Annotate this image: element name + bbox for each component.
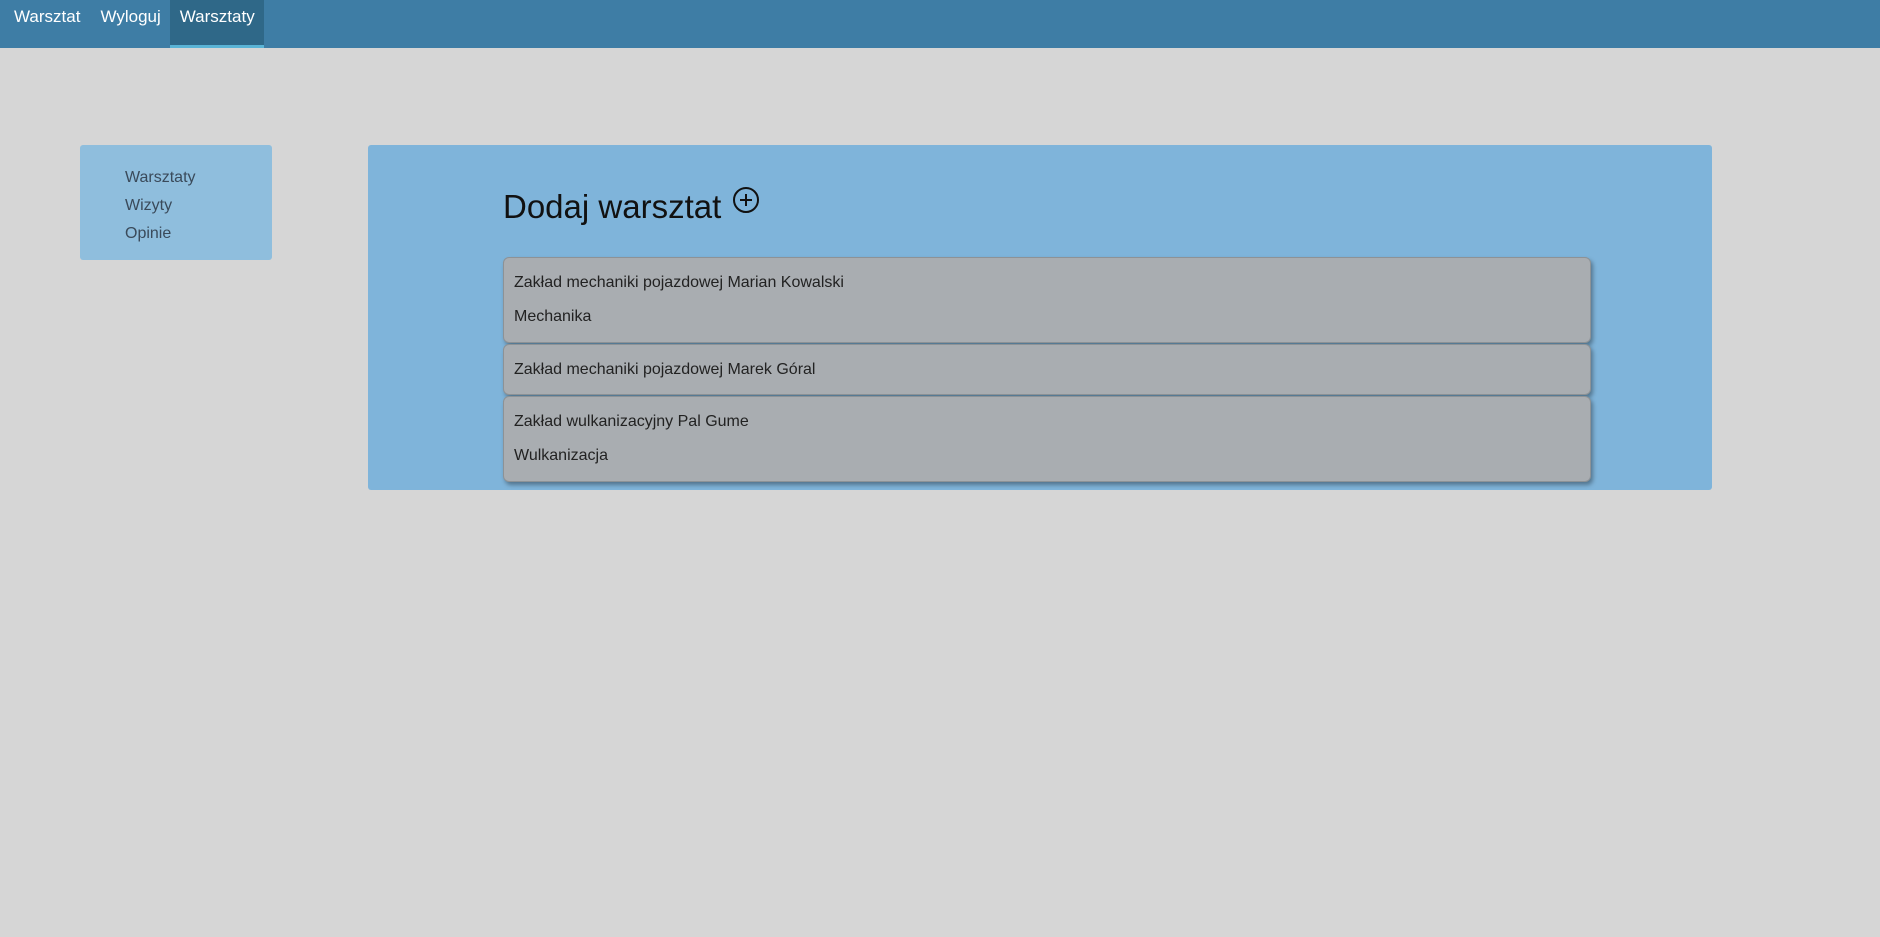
workshop-card[interactable]: Zakład wulkanizacyjny Pal Gume Wulkaniza… [503,396,1591,482]
plus-circle-icon[interactable] [731,185,761,215]
workshop-name: Zakład mechaniki pojazdowej Marian Kowal… [514,274,844,291]
nav-link-warsztaty[interactable]: Warsztaty [169,0,264,48]
workshop-list: Zakład mechaniki pojazdowej Marian Kowal… [503,257,1591,483]
workshop-card[interactable]: Zakład mechaniki pojazdowej Marek Góral [503,344,1591,395]
workshop-name: Zakład wulkanizacyjny Pal Gume [514,413,749,430]
top-navbar: Warsztat Wyloguj Warsztaty [0,0,1880,48]
workshop-category: Wulkanizacja [514,447,608,464]
add-workshop-title: Dodaj warsztat [503,188,722,225]
workshop-name: Zakład mechaniki pojazdowej Marek Góral [514,361,816,378]
sidebar-item-warsztaty[interactable]: Warsztaty [125,164,272,192]
nav-link-wyloguj[interactable]: Wyloguj [90,0,169,48]
main-panel: Dodaj warsztat Zakład mechaniki pojazdow… [368,145,1712,490]
sidebar-item-wizyty[interactable]: Wizyty [125,192,272,220]
workshop-card[interactable]: Zakład mechaniki pojazdowej Marian Kowal… [503,257,1591,343]
add-workshop-row: Dodaj warsztat [503,185,761,229]
sidebar-item-opinie[interactable]: Opinie [125,220,272,248]
workshop-category: Mechanika [514,308,592,325]
nav-link-warsztat[interactable]: Warsztat [0,0,90,48]
sidebar: Warsztaty Wizyty Opinie [80,145,272,260]
